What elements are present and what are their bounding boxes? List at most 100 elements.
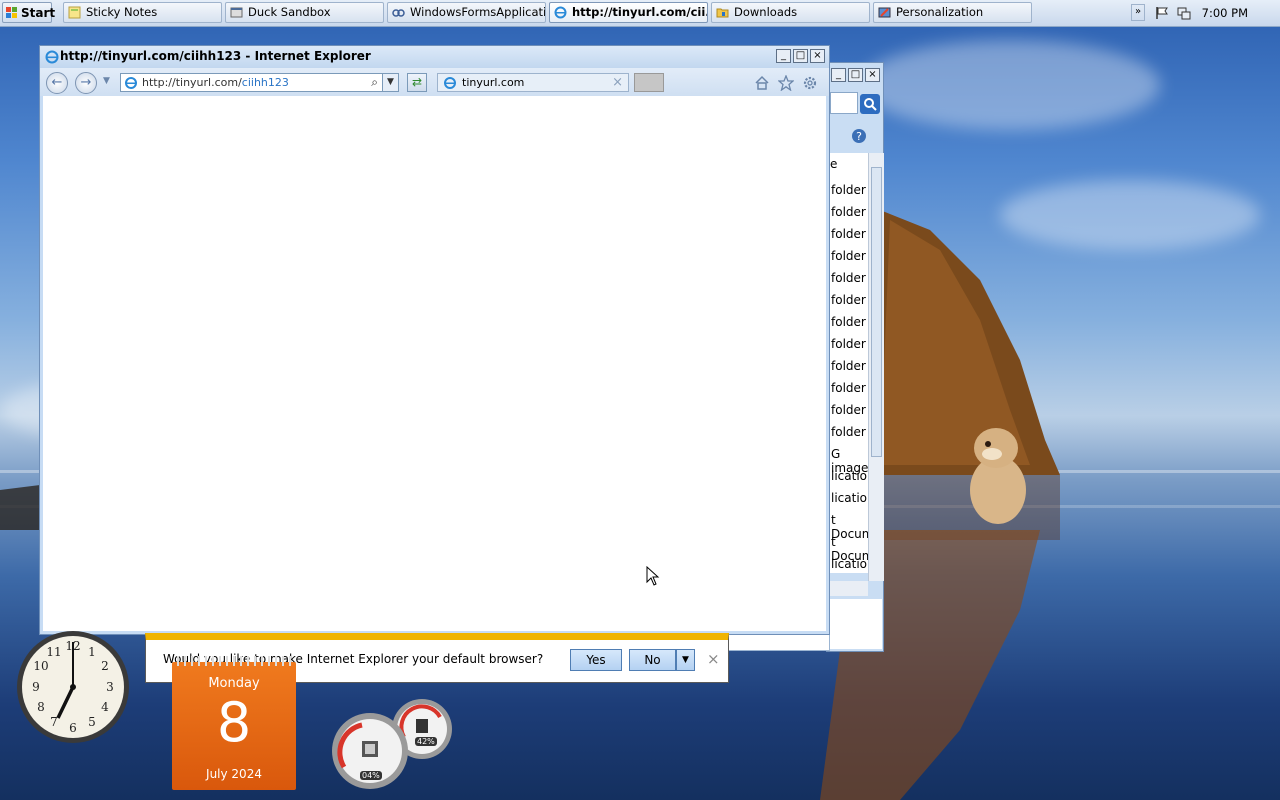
system-tray: » 7:00 PM <box>1127 0 1280 26</box>
file-row[interactable]: folder <box>831 183 866 197</box>
svg-text:1: 1 <box>88 645 96 659</box>
search-icon[interactable]: ⌕ <box>371 74 378 91</box>
refresh-button[interactable]: ⇄ <box>407 73 427 92</box>
close-button[interactable]: × <box>865 68 880 82</box>
file-row[interactable]: folder <box>831 271 866 285</box>
start-label: Start <box>21 6 56 20</box>
svg-text:5: 5 <box>88 715 96 729</box>
tab-tinyurl[interactable]: tinyurl.com × <box>437 73 629 92</box>
taskbar-button-sticky-notes[interactable]: Sticky Notes <box>63 2 222 23</box>
address-host: http://tinyurl.com/ <box>142 76 242 89</box>
start-button[interactable]: Start <box>2 2 56 23</box>
ie-navigation-bar: ← → ▼ http://tinyurl.com/ciihh123 ⌕ ▼ ⇄ … <box>40 68 829 96</box>
file-row[interactable]: folder <box>831 205 866 219</box>
ie-titlebar[interactable]: http://tinyurl.com/ciihh123 - Internet E… <box>40 46 829 68</box>
taskbar-label: Downloads <box>734 5 798 19</box>
home-icon[interactable] <box>754 75 770 91</box>
page-ie-icon <box>125 77 137 89</box>
file-row[interactable]: folder <box>831 381 866 395</box>
svg-text:8: 8 <box>37 700 45 714</box>
address-bar[interactable]: http://tinyurl.com/ciihh123 ⌕ ▼ <box>120 73 399 92</box>
file-row[interactable]: lication <box>831 469 869 483</box>
calendar-rings <box>172 656 296 666</box>
vertical-scrollbar[interactable] <box>868 153 884 581</box>
address-dropdown-button[interactable]: ▼ <box>382 74 398 91</box>
folder-icon <box>716 8 729 18</box>
taskbar-label: Personalization <box>896 5 984 19</box>
file-row[interactable]: folder <box>831 425 866 439</box>
svg-text:10: 10 <box>33 659 48 673</box>
svg-text:?: ? <box>856 130 862 143</box>
minimize-button[interactable]: _ <box>831 68 846 82</box>
windows-logo-icon <box>6 7 17 18</box>
close-button[interactable]: × <box>810 49 825 63</box>
taskbar-button-windowsforms[interactable]: WindowsFormsApplicatio... <box>387 2 546 23</box>
cpu-percent: 04% <box>360 771 382 780</box>
hamster-image <box>970 428 1026 524</box>
recent-pages-dropdown-icon[interactable]: ▼ <box>103 76 110 86</box>
scroll-thumb[interactable] <box>871 167 882 457</box>
notification-close-button[interactable]: × <box>707 650 720 668</box>
search-box[interactable] <box>830 92 858 114</box>
ie-icon <box>45 50 59 64</box>
tab-ie-icon <box>444 77 456 89</box>
new-tab-button[interactable] <box>634 73 664 92</box>
taskbar-label: WindowsFormsApplicatio... <box>410 5 546 19</box>
file-row[interactable]: lication <box>831 491 869 505</box>
file-row[interactable]: folder <box>831 315 866 329</box>
file-row[interactable]: folder <box>831 249 866 263</box>
calendar-weekday: Monday <box>208 676 260 691</box>
app-window-icon <box>230 7 243 18</box>
background-explorer-window: _ □ × ? e folder folder folder folder folder… <box>826 62 884 652</box>
column-header[interactable]: e <box>830 157 837 171</box>
ie-icon <box>554 6 567 19</box>
calendar-gadget[interactable]: Monday 8 July 2024 <box>172 656 296 790</box>
sticky-notes-icon <box>68 6 81 19</box>
page-content-area[interactable]: Would you like to make Internet Explorer… <box>43 96 826 683</box>
taskbar-button-downloads[interactable]: Downloads <box>711 2 870 23</box>
file-row[interactable]: folder <box>831 403 866 417</box>
horizontal-scrollbar[interactable] <box>830 581 868 596</box>
svg-text:2: 2 <box>101 659 109 673</box>
taskbar: Start Sticky Notes Duck Sandbox WindowsF… <box>0 0 1280 27</box>
tab-label: tinyurl.com <box>462 76 525 89</box>
file-row[interactable]: folder <box>831 359 866 373</box>
taskbar-label: http://tinyurl.com/cii... <box>572 5 708 19</box>
file-row[interactable]: folder <box>831 293 866 307</box>
taskbar-button-personalization[interactable]: Personalization <box>873 2 1032 23</box>
network-icon[interactable] <box>1177 6 1191 20</box>
file-list: e folder folder folder folder folder folder fo… <box>830 153 869 573</box>
cpu-meter-gadget[interactable]: 42% 04% <box>330 697 456 793</box>
settings-gear-icon[interactable] <box>802 75 818 91</box>
taskbar-clock[interactable]: 7:00 PM <box>1202 0 1248 26</box>
search-icon[interactable] <box>860 94 880 114</box>
help-icon[interactable]: ? <box>851 128 867 144</box>
taskbar-label: Duck Sandbox <box>248 5 331 19</box>
svg-text:6: 6 <box>69 721 77 735</box>
no-button[interactable]: No <box>629 649 676 671</box>
maximize-button[interactable]: □ <box>793 49 808 63</box>
memory-percent: 42% <box>415 737 437 746</box>
calendar-month-year: July 2024 <box>206 767 262 781</box>
no-dropdown-button[interactable]: ▼ <box>676 649 695 671</box>
back-button[interactable]: ← <box>46 72 68 94</box>
forward-button[interactable]: → <box>75 72 97 94</box>
action-center-flag-icon[interactable] <box>1155 6 1169 20</box>
personalization-icon <box>878 7 891 18</box>
taskbar-button-duck-sandbox[interactable]: Duck Sandbox <box>225 2 384 23</box>
minimize-button[interactable]: _ <box>776 49 791 63</box>
link-icon <box>392 9 405 17</box>
maximize-button[interactable]: □ <box>848 68 863 82</box>
taskbar-button-internet-explorer[interactable]: http://tinyurl.com/cii... <box>549 2 708 23</box>
yes-button[interactable]: Yes <box>570 649 622 671</box>
calendar-day: 8 <box>216 691 252 754</box>
file-row[interactable]: folder <box>831 227 866 241</box>
show-hidden-icons-button[interactable]: » <box>1131 4 1145 21</box>
favorites-star-icon[interactable] <box>778 75 794 91</box>
file-row[interactable]: lication <box>831 557 869 571</box>
svg-text:4: 4 <box>101 700 109 714</box>
clock-gadget[interactable]: 1212 345 678 91011 <box>10 630 136 744</box>
tab-close-button[interactable]: × <box>612 74 623 91</box>
taskbar-label: Sticky Notes <box>86 5 158 19</box>
file-row[interactable]: folder <box>831 337 866 351</box>
